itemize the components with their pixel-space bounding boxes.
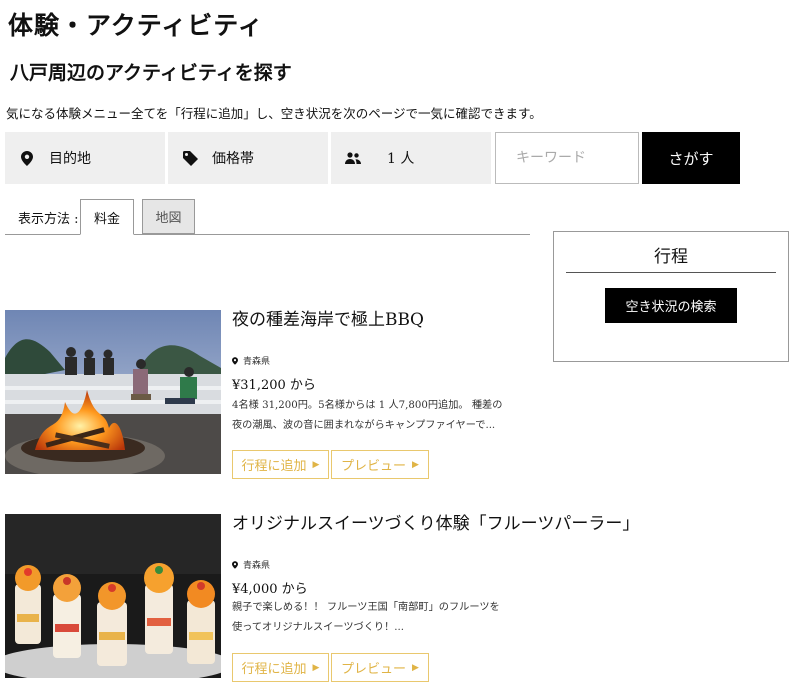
activity-description: 親子で楽しめる！！ フルーツ王国「南部町」のフルーツを使ってオリジナルスイーツづ… [232, 602, 500, 633]
preview-button[interactable]: プレビュー ▶ [331, 450, 429, 479]
people-icon [345, 150, 361, 166]
preview-label: プレビュー [341, 662, 407, 677]
activity-location-text: 青森県 [243, 357, 271, 367]
map-pin-icon [19, 150, 35, 166]
tag-icon [182, 150, 198, 166]
price-filter[interactable]: 価格帯 [168, 132, 328, 184]
itinerary-divider [566, 272, 776, 273]
search-button[interactable]: さがす [642, 132, 740, 184]
preview-label: プレビュー [341, 459, 407, 474]
itinerary-title: 行程 [654, 247, 688, 267]
preview-button[interactable]: プレビュー ▶ [331, 653, 429, 682]
activity-description: 4名様 31,200円。5名様からは 1 人7,800円追加。 種差の夜の潮風、… [232, 400, 503, 431]
price-label: 価格帯 [212, 151, 254, 167]
fruit-parfait-photo[interactable] [5, 514, 221, 678]
tab-map[interactable]: 地図 [142, 199, 195, 234]
page-title: 体験・アクティビティ [8, 11, 264, 40]
caret-right-icon: ▶ [312, 662, 320, 673]
activity-price: ¥4,000 から [232, 582, 308, 597]
activity-title[interactable]: 夜の種差海岸で極上BBQ [232, 308, 424, 333]
caret-right-icon: ▶ [312, 459, 320, 470]
activity-location-text: 青森県 [243, 561, 271, 571]
tab-price[interactable]: 料金 [80, 199, 134, 235]
intro-text: 気になる体験メニュー全てを「行程に追加」し、空き状況を次のページで一気に確認でき… [6, 106, 542, 121]
add-to-itinerary-button[interactable]: 行程に追加 ▶ [232, 450, 329, 479]
destination-filter[interactable]: 目的地 [5, 132, 165, 184]
add-to-itinerary-label: 行程に追加 [241, 459, 307, 474]
add-to-itinerary-button[interactable]: 行程に追加 ▶ [232, 653, 329, 682]
view-mode-label: 表示方法 : [18, 212, 79, 227]
activity-location: 青森県 [232, 354, 270, 367]
people-filter[interactable]: 1 人 [331, 132, 491, 184]
add-to-itinerary-label: 行程に追加 [241, 662, 307, 677]
page-subtitle: 八戸周辺のアクティビティを探す [10, 62, 292, 84]
activity-price: ¥31,200 から [232, 378, 316, 393]
activity-title[interactable]: オリジナルスイーツづくり体験「フルーツパーラー」 [232, 512, 639, 537]
campfire-photo[interactable] [5, 310, 221, 474]
keyword-input[interactable] [495, 132, 639, 184]
availability-search-button[interactable]: 空き状況の検索 [605, 288, 737, 323]
map-pin-icon [232, 560, 238, 569]
activity-location: 青森県 [232, 558, 270, 571]
itinerary-panel: 行程 空き状況の検索 [553, 231, 789, 362]
people-label: 1 人 [387, 151, 415, 167]
caret-right-icon: ▶ [412, 662, 419, 673]
caret-right-icon: ▶ [412, 459, 419, 470]
map-pin-icon [232, 356, 238, 365]
destination-label: 目的地 [49, 151, 91, 167]
